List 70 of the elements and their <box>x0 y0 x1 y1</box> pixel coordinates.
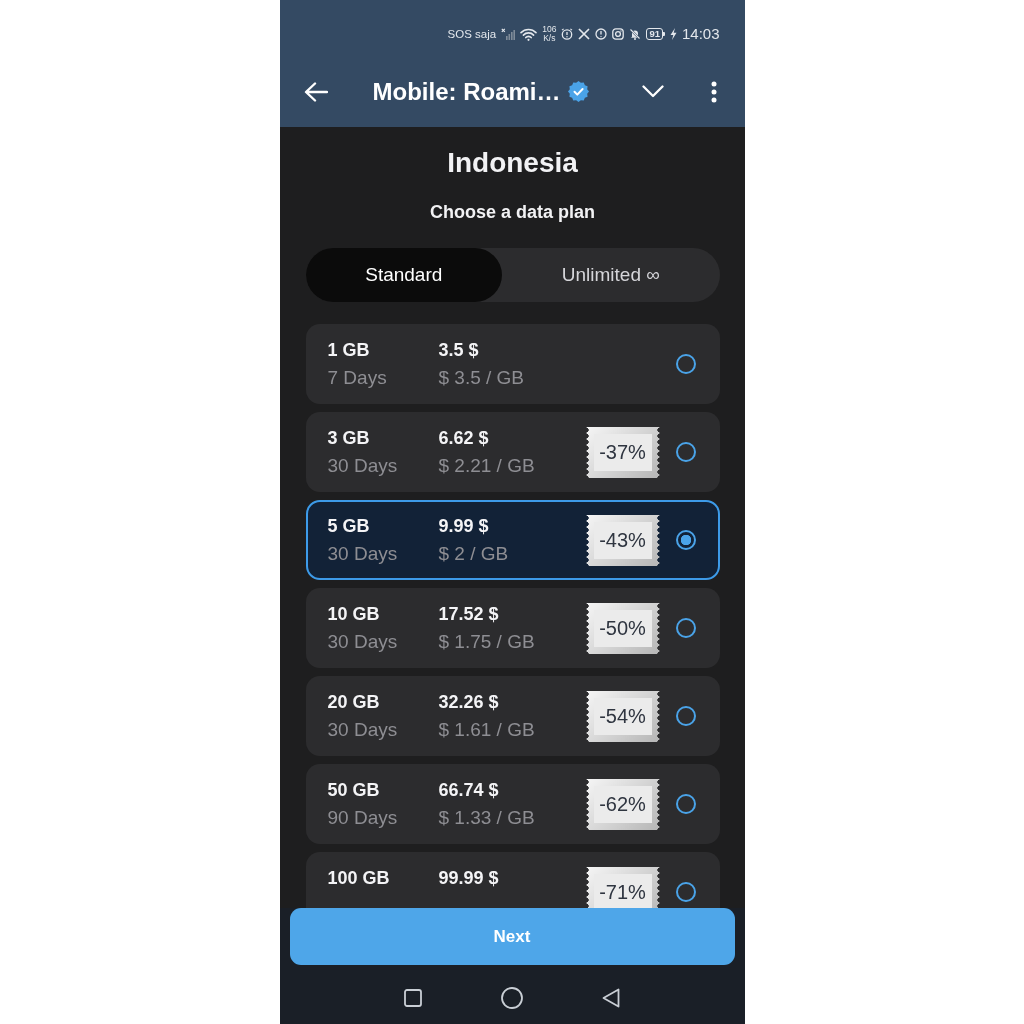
price-per-gb: $ 1.75 / GB <box>438 630 535 654</box>
battery-indicator: 91 <box>646 28 665 40</box>
plan-duration: 7 Days <box>327 366 387 390</box>
plan-card[interactable]: 5 GB 30 Days 9.99 $ $ 2 / GB -43% <box>305 500 720 580</box>
plan-type-tab[interactable]: Standard <box>305 248 503 302</box>
plan-duration: 30 Days <box>327 542 398 566</box>
data-amount: 5 GB <box>327 515 370 538</box>
home-circle-icon[interactable] <box>501 987 523 1009</box>
country-title: Indonesia <box>447 146 578 180</box>
more-menu-icon[interactable] <box>710 80 717 103</box>
header-title: Mobile: Roami… <box>372 76 561 107</box>
plan-duration: 30 Days <box>327 454 398 478</box>
discount-badge: -62% <box>585 778 660 830</box>
plan-price: 17.52 $ <box>438 603 499 626</box>
plan-price: 32.26 $ <box>438 691 499 714</box>
radio-button[interactable] <box>675 882 696 902</box>
carrier-text: SOS saja <box>447 27 497 41</box>
clock-time: 14:03 <box>681 25 720 43</box>
discount-badge: -71% <box>585 866 660 908</box>
x-mark-icon <box>578 28 591 40</box>
radio-button[interactable] <box>675 618 696 638</box>
radio-button[interactable] <box>675 442 696 462</box>
plan-price: 66.74 $ <box>438 779 499 802</box>
speed-unit: K/s <box>543 34 556 43</box>
plan-card[interactable]: 1 GB 7 Days 3.5 $ $ 3.5 / GB <box>305 324 720 404</box>
plan-card[interactable]: 10 GB 30 Days 17.52 $ $ 1.75 / GB -50% <box>305 588 720 668</box>
price-per-gb: $ 1.33 / GB <box>438 806 535 830</box>
plan-card[interactable]: 20 GB 30 Days 32.26 $ $ 1.61 / GB -54% <box>305 676 720 756</box>
data-amount: 50 GB <box>327 779 380 802</box>
speed-value: 106 <box>542 25 557 34</box>
plan-price: 3.5 $ <box>438 339 479 362</box>
data-amount: 100 GB <box>327 867 390 890</box>
radio-button[interactable] <box>675 706 696 726</box>
plan-price: 99.99 $ <box>438 867 499 890</box>
section-subtitle: Choose a data plan <box>429 201 595 223</box>
plan-card[interactable]: 100 GB 99.99 $ -71% <box>305 852 720 908</box>
data-amount: 20 GB <box>327 691 380 714</box>
plan-duration: 30 Days <box>327 718 398 742</box>
data-amount: 3 GB <box>327 427 370 450</box>
alert-icon <box>595 28 608 40</box>
plan-price: 9.99 $ <box>438 515 489 538</box>
radio-button[interactable] <box>675 530 696 550</box>
back-triangle-icon[interactable] <box>602 988 620 1008</box>
square-icon[interactable] <box>404 989 422 1007</box>
data-amount: 1 GB <box>327 339 370 362</box>
charging-icon <box>669 28 677 40</box>
plan-duration: 30 Days <box>327 630 398 654</box>
alarm-icon <box>561 28 574 40</box>
radio-button[interactable] <box>675 354 696 374</box>
camera-icon <box>612 28 625 40</box>
price-per-gb: $ 1.61 / GB <box>438 718 535 742</box>
price-per-gb: $ 3.5 / GB <box>438 366 525 390</box>
price-per-gb: $ 2.21 / GB <box>438 454 535 478</box>
wifi-icon <box>520 27 538 41</box>
data-amount: 10 GB <box>327 603 380 626</box>
plan-type-tab[interactable]: Unlimited ∞ <box>502 248 720 302</box>
discount-badge: -50% <box>585 602 660 654</box>
plan-price: 6.62 $ <box>438 427 489 450</box>
discount-badge: -37% <box>585 426 660 478</box>
plan-card[interactable]: 50 GB 90 Days 66.74 $ $ 1.33 / GB -62% <box>305 764 720 844</box>
signal-icon <box>501 28 516 40</box>
price-per-gb: $ 2 / GB <box>438 542 509 566</box>
chevron-down-icon[interactable] <box>641 85 664 98</box>
bell-off-icon <box>629 28 642 40</box>
discount-badge: -54% <box>585 690 660 742</box>
plan-duration: 90 Days <box>327 806 398 830</box>
radio-button[interactable] <box>675 794 696 814</box>
back-arrow-icon[interactable] <box>303 80 328 103</box>
plan-card[interactable]: 3 GB 30 Days 6.62 $ $ 2.21 / GB -37% <box>305 412 720 492</box>
discount-badge: -43% <box>585 514 660 566</box>
